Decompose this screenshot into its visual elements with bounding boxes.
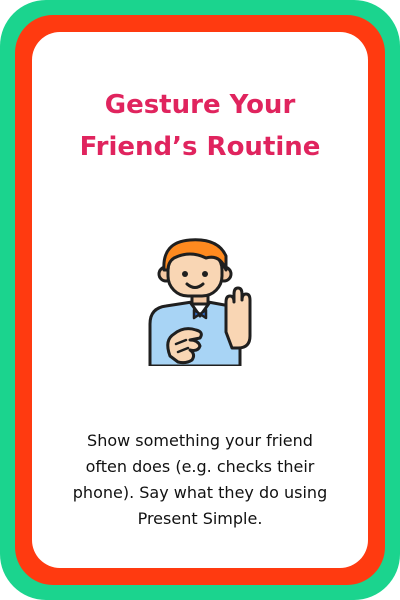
person-waving-icon [140, 236, 260, 368]
instruction-line: phone). Say what they do using [72, 483, 328, 502]
instruction-line: often does (e.g. checks their [85, 457, 315, 476]
card-title: Gesture Your Friend’s Routine [32, 84, 368, 168]
instruction-line: Show something your friend [87, 431, 313, 450]
instruction-line: Present Simple. [137, 509, 263, 528]
card-title-line: Friend’s Routine [79, 132, 321, 162]
card-instructions: Show something your friend often does (e… [46, 428, 354, 532]
card-title-line: Gesture Your [104, 90, 296, 120]
